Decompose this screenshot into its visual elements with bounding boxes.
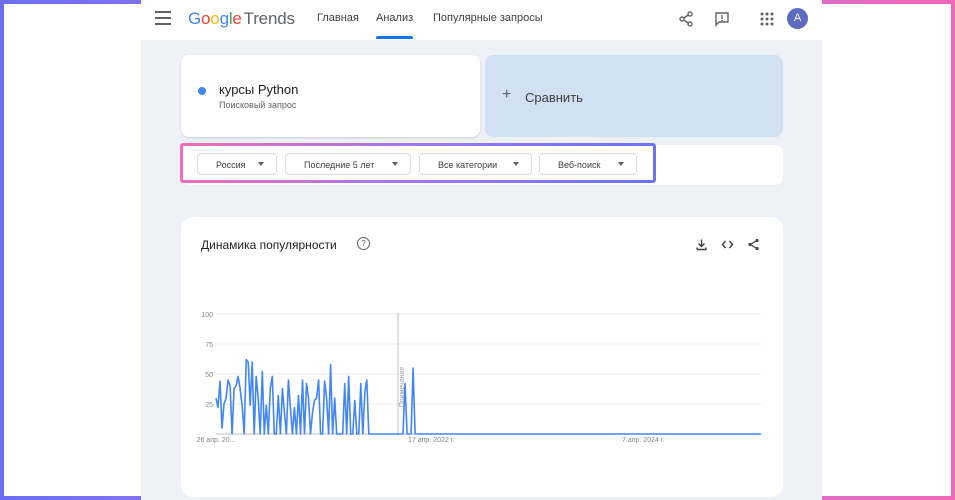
search-term-card[interactable]: курсы Python Поисковый запрос <box>181 55 480 137</box>
feedback-icon[interactable] <box>713 10 731 28</box>
plus-icon: + <box>502 86 512 103</box>
x-tick-label: 7 апр. 2024 г. <box>622 437 665 444</box>
y-tick-label: 75 <box>205 342 213 349</box>
compare-button[interactable]: + Сравнить <box>485 55 783 137</box>
x-tick-label: 26 апр. 20... <box>197 437 236 444</box>
filter-category-dropdown[interactable]: Все категории <box>419 153 532 175</box>
y-tick-label: 100 <box>201 312 213 319</box>
filter-search-type-dropdown[interactable]: Веб-поиск <box>539 153 637 175</box>
y-tick-label: 50 <box>205 372 213 379</box>
y-tick-label: 25 <box>205 402 213 409</box>
search-term-name: курсы Python <box>219 82 299 97</box>
logo-trends-text: Trends <box>243 9 295 28</box>
tab-explore[interactable]: Анализ <box>376 12 414 39</box>
filter-region-dropdown[interactable]: Россия <box>197 153 277 175</box>
interest-chart: 100755025 Примечание26 апр. 20... 17 апр. … <box>197 312 761 444</box>
x-tick-label: 17 апр. 2022 г. <box>408 437 454 444</box>
compare-label: Сравнить <box>525 90 583 105</box>
top-bar: Google Trends Главная Анализ Популярные з… <box>141 0 822 40</box>
chevron-down-icon <box>513 162 519 166</box>
logo-google-text: Google <box>188 9 242 28</box>
filter-time-dropdown[interactable]: Последние 5 лет <box>285 153 411 175</box>
google-trends-logo[interactable]: Google Trends <box>188 9 295 29</box>
avatar[interactable]: A <box>787 8 808 29</box>
chevron-down-icon <box>258 162 264 166</box>
hamburger-menu-icon[interactable] <box>155 11 171 25</box>
chevron-down-icon <box>618 162 624 166</box>
term-color-dot <box>198 87 206 95</box>
chevron-down-icon <box>392 162 398 166</box>
tab-trending-searches[interactable]: Популярные запросы <box>433 12 543 24</box>
search-term-type: Поисковый запрос <box>219 100 297 110</box>
share-icon[interactable] <box>677 10 695 28</box>
filter-region-label: Россия <box>216 160 246 170</box>
interest-over-time-card: Динамика популярности ? 100 75 50 25 Примеча… <box>181 217 783 497</box>
tab-home[interactable]: Главная <box>317 12 359 24</box>
apps-icon[interactable] <box>758 10 776 28</box>
filter-time-label: Последние 5 лет <box>304 160 375 170</box>
google-trends-page: Google Trends Главная Анализ Популярные з… <box>141 0 822 500</box>
filter-category-label: Все категории <box>438 160 498 170</box>
filter-search-type-label: Веб-поиск <box>558 160 601 170</box>
series-line <box>215 358 761 435</box>
